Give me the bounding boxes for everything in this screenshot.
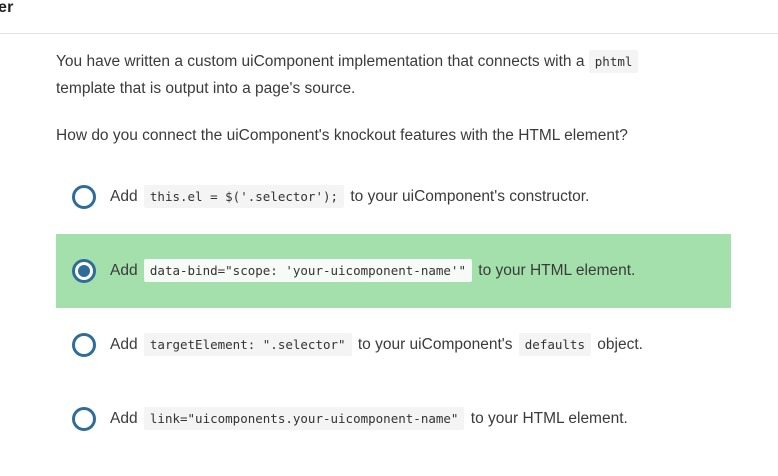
question-prompt: How do you connect the uiComponent's kno…	[56, 127, 628, 144]
header-title: er	[0, 0, 14, 16]
answer-options: Add this.el = $('.selector'); to your ui…	[56, 160, 731, 456]
option-prefix: Add	[110, 410, 142, 427]
option-prefix: Add	[110, 188, 142, 205]
question-intro-code: phtml	[588, 50, 639, 73]
radio-button-icon[interactable]	[72, 333, 96, 357]
option-code: link="uicomponents.your-uicomponent-name…	[143, 407, 465, 430]
question-intro-text: You have written a custom uiComponent im…	[56, 53, 589, 70]
option-prefix: Add	[110, 336, 142, 353]
option-code-secondary: defaults	[518, 333, 591, 356]
answer-option-text: Add targetElement: ".selector" to your u…	[110, 333, 643, 357]
answer-option-text: Add link="uicomponents.your-uicomponent-…	[110, 407, 628, 431]
radio-button-checked-icon[interactable]	[72, 259, 96, 283]
radio-button-icon[interactable]	[72, 185, 96, 209]
option-code: targetElement: ".selector"	[143, 333, 352, 356]
option-suffix: object.	[593, 336, 643, 353]
question-intro-text-continued: template that is output into a page's so…	[56, 80, 356, 97]
header-bar: er	[0, 0, 778, 34]
option-prefix: Add	[110, 262, 142, 279]
option-suffix: to your HTML element.	[466, 410, 628, 427]
option-code: data-bind="scope: 'your-uicomponent-name…	[143, 259, 472, 282]
answer-option-2[interactable]: Add data-bind="scope: 'your-uicomponent-…	[56, 234, 731, 308]
answer-option-4[interactable]: Add link="uicomponents.your-uicomponent-…	[56, 382, 731, 456]
quiz-page: er You have written a custom uiComponent…	[0, 0, 778, 476]
answer-option-text: Add data-bind="scope: 'your-uicomponent-…	[110, 259, 635, 283]
question-block: You have written a custom uiComponent im…	[56, 48, 736, 149]
question-intro: You have written a custom uiComponent im…	[56, 48, 736, 102]
option-middle: to your uiComponent's	[353, 336, 517, 353]
option-suffix: to your HTML element.	[473, 262, 636, 279]
option-suffix: to your uiComponent's constructor.	[346, 188, 590, 205]
option-code: this.el = $('.selector');	[143, 185, 345, 208]
answer-option-3[interactable]: Add targetElement: ".selector" to your u…	[56, 308, 731, 382]
answer-option-1[interactable]: Add this.el = $('.selector'); to your ui…	[56, 160, 731, 234]
answer-option-text: Add this.el = $('.selector'); to your ui…	[110, 185, 589, 209]
radio-button-icon[interactable]	[72, 407, 96, 431]
